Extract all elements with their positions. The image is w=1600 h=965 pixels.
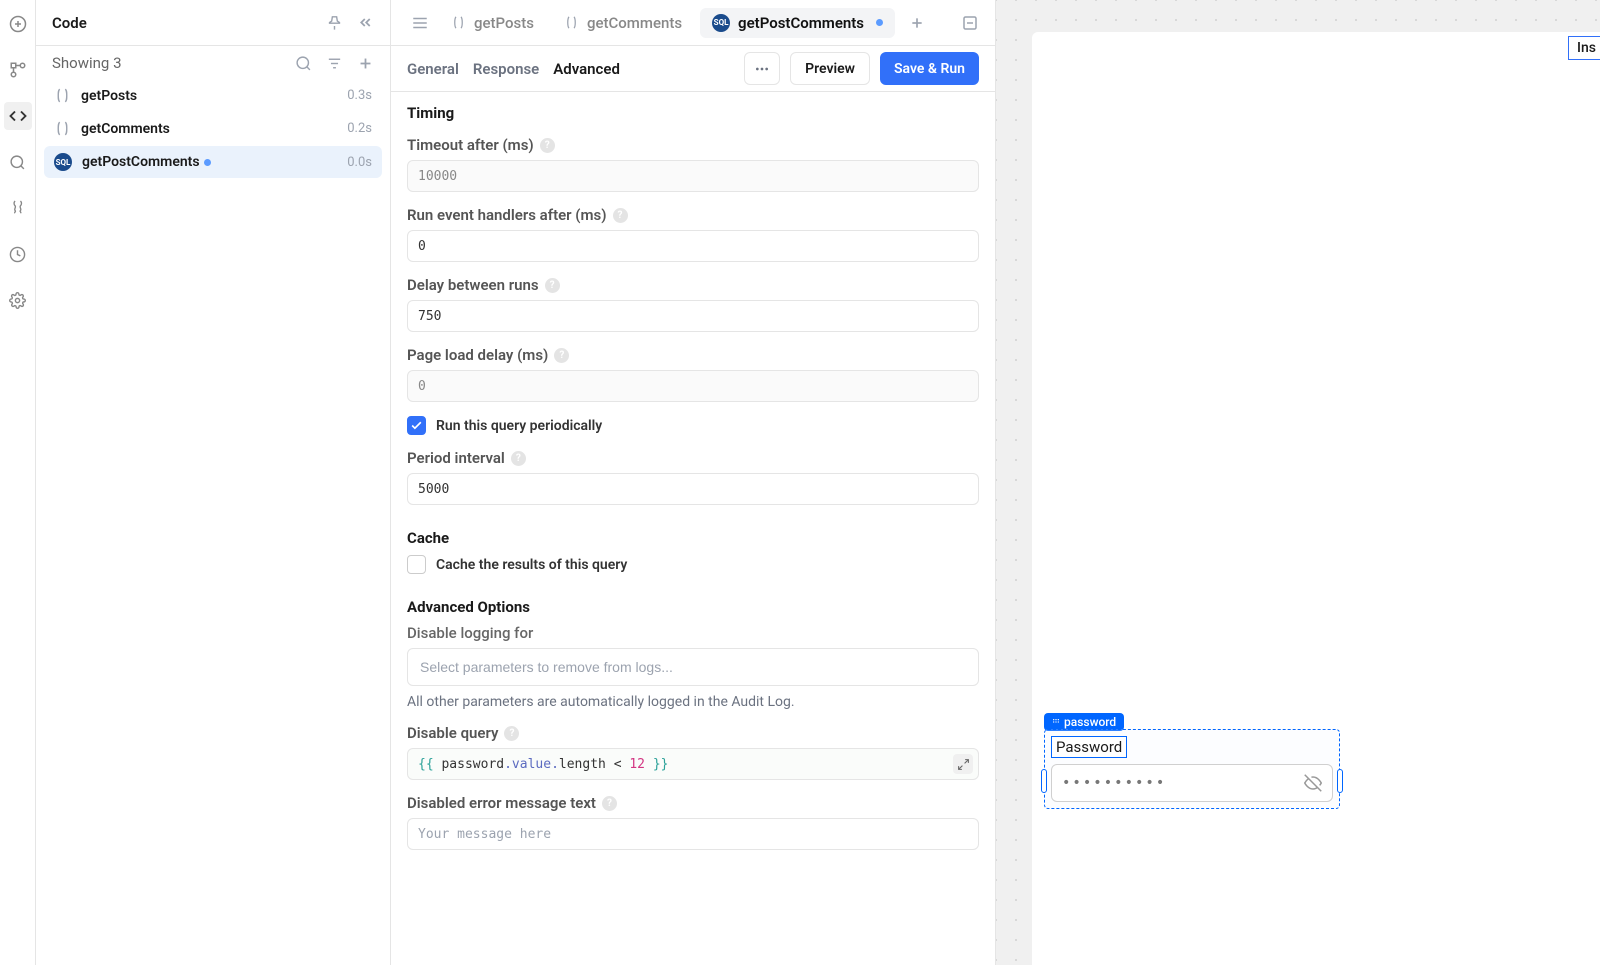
help-icon[interactable]: ?	[511, 451, 526, 466]
help-icon[interactable]: ?	[613, 208, 628, 223]
tab-label: getComments	[587, 14, 682, 32]
help-icon[interactable]: ?	[545, 278, 560, 293]
cache-header: Cache	[407, 529, 979, 547]
eye-off-icon[interactable]	[1304, 774, 1322, 792]
help-icon[interactable]: ?	[554, 348, 569, 363]
query-item-getpostcomments[interactable]: SQL getPostComments 0.0s	[44, 146, 382, 178]
query-time: 0.2s	[347, 121, 372, 136]
query-time: 0.0s	[347, 155, 372, 170]
search-list-icon[interactable]	[295, 55, 312, 72]
sql-icon: SQL	[712, 14, 730, 32]
subnav-response[interactable]: Response	[473, 60, 539, 78]
disable-query-label: Disable query?	[407, 724, 979, 742]
brackets-icon	[54, 87, 71, 104]
more-options-button[interactable]	[744, 52, 780, 85]
code-icon[interactable]	[4, 102, 32, 130]
expand-code-icon[interactable]	[953, 754, 973, 774]
brackets-icon	[451, 15, 466, 30]
minimize-icon[interactable]	[957, 10, 983, 36]
tab-label: getPosts	[474, 14, 534, 32]
sql-icon: SQL	[54, 153, 72, 171]
password-input[interactable]: ••••••••••	[1051, 764, 1333, 802]
add-query-icon[interactable]	[357, 55, 374, 72]
save-run-button[interactable]: Save & Run	[880, 52, 979, 85]
query-name: getPostComments	[82, 154, 200, 170]
cache-label: Cache the results of this query	[436, 557, 627, 573]
showing-count: Showing 3	[52, 54, 122, 72]
unsaved-dot-icon	[204, 159, 211, 166]
inspector-toggle[interactable]: Ins	[1568, 36, 1600, 60]
query-time: 0.3s	[347, 88, 372, 103]
preview-button[interactable]: Preview	[790, 52, 870, 85]
cache-checkbox[interactable]	[407, 555, 426, 574]
delay-runs-input[interactable]	[407, 300, 979, 332]
disabled-msg-input[interactable]	[407, 818, 979, 850]
disable-query-input[interactable]: {{ password.value.length < 12 }}	[407, 748, 979, 780]
timing-header: Timing	[407, 104, 979, 122]
timeout-label: Timeout after (ms)?	[407, 136, 979, 154]
password-value: ••••••••••	[1062, 775, 1166, 791]
brackets-icon	[564, 15, 579, 30]
pin-icon[interactable]	[326, 14, 343, 31]
canvas[interactable]: Ins password Password ••••••••••	[996, 0, 1600, 965]
brackets-icon	[54, 120, 71, 137]
periodic-checkbox[interactable]	[407, 416, 426, 435]
timeout-input[interactable]	[407, 160, 979, 192]
filter-icon[interactable]	[326, 55, 343, 72]
run-handlers-label: Run event handlers after (ms)?	[407, 206, 979, 224]
component-tree-icon[interactable]	[4, 56, 32, 84]
tab-label: getPostComments	[738, 14, 864, 32]
state-icon[interactable]	[4, 194, 32, 222]
page-load-label: Page load delay (ms)?	[407, 346, 979, 364]
panel-title: Code	[52, 14, 87, 32]
disable-log-select[interactable]: Select parameters to remove from logs...	[407, 648, 979, 686]
add-icon[interactable]	[4, 10, 32, 38]
menu-icon[interactable]	[407, 10, 433, 36]
resize-handle-left[interactable]	[1041, 769, 1047, 793]
collapse-panel-icon[interactable]	[357, 14, 374, 31]
query-name: getPosts	[81, 88, 137, 104]
query-item-getposts[interactable]: getPosts 0.3s	[44, 80, 382, 111]
add-tab-icon[interactable]	[901, 11, 933, 35]
component-label: Password	[1051, 736, 1127, 758]
component-selection[interactable]: Password ••••••••••	[1044, 729, 1340, 809]
help-icon[interactable]: ?	[602, 796, 617, 811]
tab-getposts[interactable]: getPosts	[439, 8, 546, 38]
query-name: getComments	[81, 121, 170, 137]
help-icon[interactable]: ?	[504, 726, 519, 741]
tab-getcomments[interactable]: getComments	[552, 8, 694, 38]
adv-options-header: Advanced Options	[407, 598, 979, 616]
delay-runs-label: Delay between runs?	[407, 276, 979, 294]
run-handlers-input[interactable]	[407, 230, 979, 262]
disabled-msg-label: Disabled error message text?	[407, 794, 979, 812]
resize-handle-right[interactable]	[1337, 769, 1343, 793]
subnav-general[interactable]: General	[407, 60, 459, 78]
tab-getpostcomments[interactable]: SQL getPostComments	[700, 8, 895, 38]
disable-log-help: All other parameters are automatically l…	[407, 694, 979, 710]
subnav-advanced[interactable]: Advanced	[553, 60, 620, 78]
help-icon[interactable]: ?	[540, 138, 555, 153]
period-label: Period interval?	[407, 449, 979, 467]
periodic-label: Run this query periodically	[436, 418, 602, 434]
page-load-input[interactable]	[407, 370, 979, 402]
settings-icon[interactable]	[4, 286, 32, 314]
unsaved-dot-icon	[876, 19, 883, 26]
query-item-getcomments[interactable]: getComments 0.2s	[44, 113, 382, 144]
search-icon[interactable]	[4, 148, 32, 176]
history-icon[interactable]	[4, 240, 32, 268]
disable-log-label: Disable logging for	[407, 624, 979, 642]
period-input[interactable]	[407, 473, 979, 505]
